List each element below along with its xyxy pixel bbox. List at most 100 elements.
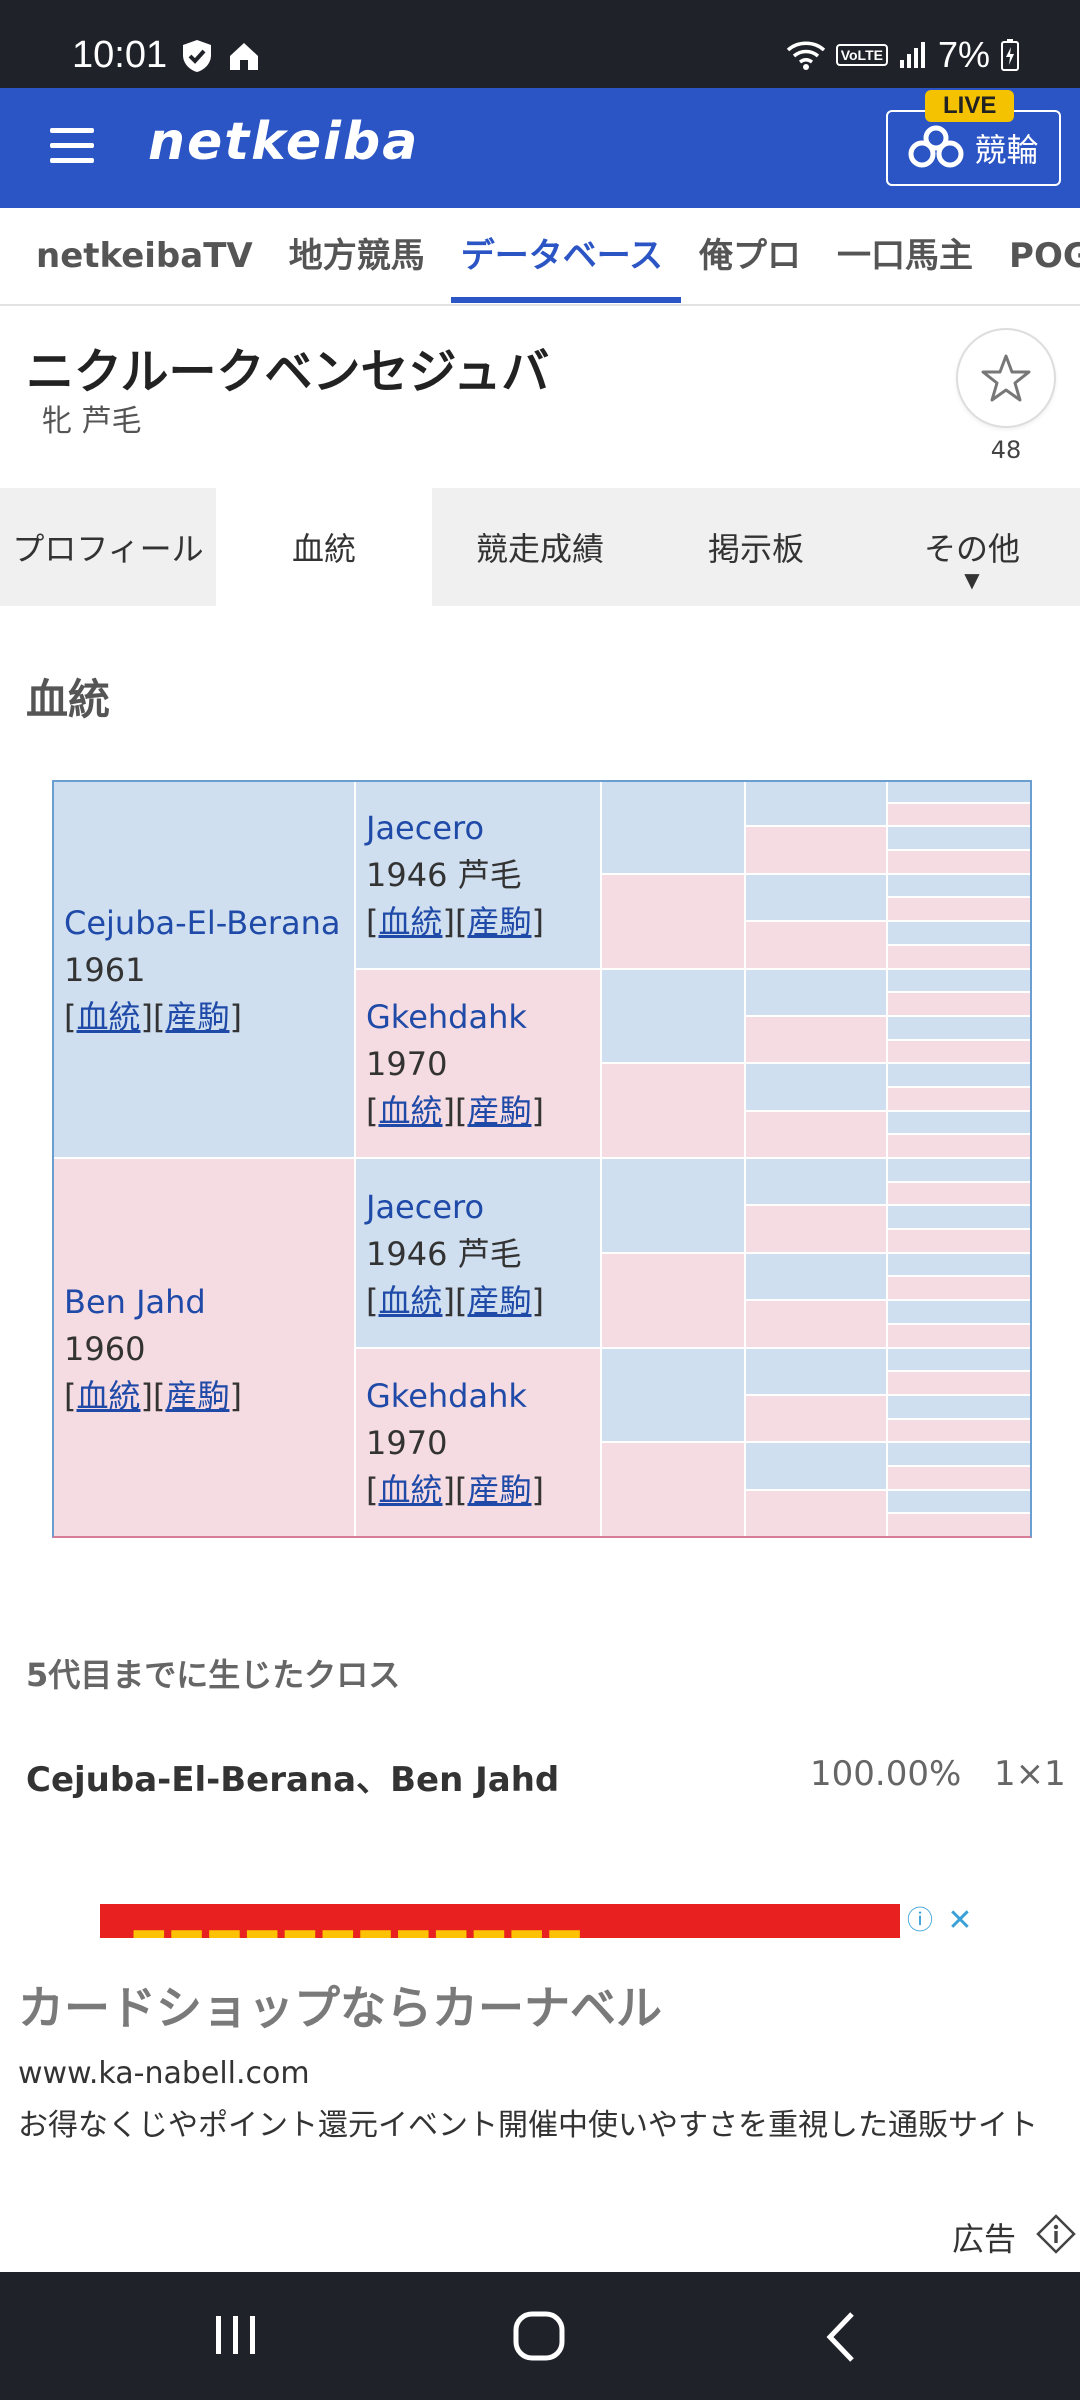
cross-percent: 100.00% [810,1754,962,1794]
horse-link[interactable]: Jaecero [366,805,544,852]
pedigree-cell-gen5 [888,1348,1032,1373]
pedigree-cell-gen4 [746,922,888,970]
pedigree-cell-gen5 [888,993,1032,1017]
offspring-link[interactable]: 産駒 [467,903,531,941]
cross-repeat: 1×1 [994,1754,1066,1794]
bicycle-logo-icon [908,125,964,168]
tab-other[interactable]: その他 ▼ [864,488,1080,606]
ad-banner-strip[interactable]: ▬▬▬▬▬▬▬▬▬▬▬▬ [100,1904,980,1938]
pedigree-cell-gen5 [888,874,1032,899]
pedigree-cell-gen5 [888,1135,1032,1159]
pedigree-cell-gen4 [746,1253,888,1302]
offspring-link[interactable]: 産駒 [467,1282,531,1320]
bloodline-link[interactable]: 血統 [76,1377,140,1415]
tab-results[interactable]: 競走成績 [432,488,648,606]
offspring-link[interactable]: 産駒 [467,1092,531,1130]
ad-box[interactable]: カードショップならカーナベル www.ka-nabell.com お得なくじやポ… [0,1938,1080,2272]
pedigree-cell-gen4 [746,1159,888,1207]
horse-link[interactable]: Gkehdahk [366,994,544,1041]
pedigree-gen1-entry: Ben Jahd 1960 [血統][産駒] [64,1279,242,1420]
bloodline-link[interactable]: 血統 [378,903,442,941]
pedigree-cell-gen5 [888,1016,1032,1041]
bloodline-link[interactable]: 血統 [378,1471,442,1509]
bloodline-link[interactable]: 血統 [378,1282,442,1320]
pedigree-cell-gen3 [602,1348,746,1444]
pedigree-cell-gen5 [888,827,1032,852]
site-nav-netkeibatv[interactable]: netkeibaTV [18,208,271,304]
pedigree-cell-gen4 [746,1111,888,1159]
hamburger-icon[interactable] [50,128,94,164]
star-icon [981,354,1031,402]
site-nav-database[interactable]: データベース [443,208,682,304]
offspring-link[interactable]: 産駒 [467,1471,531,1509]
pedigree-cell-gen5 [888,898,1032,923]
horse-links: [血統][産駒] [64,1376,242,1415]
ad-choices-icon[interactable] [1036,2214,1076,2254]
horse-year: 1961 [64,950,146,989]
horse-links: [血統][産駒] [366,1092,544,1131]
tab-profile[interactable]: プロフィール [0,488,216,606]
site-nav-orepro[interactable]: 俺プロ [681,208,819,304]
pedigree-gen2-entry: Gkehdahk 1970 [血統][産駒] [366,994,544,1135]
status-right: VoLTE 7% [786,34,1020,76]
favorite-button[interactable] [956,328,1056,428]
wifi-icon [786,41,825,70]
pedigree-gen2-entry: Gkehdahk 1970 [血統][産駒] [366,1373,544,1514]
ad-info-icon[interactable]: ⓘ [900,1904,940,1938]
battery-charging-icon [1001,39,1019,71]
pedigree-cell-gen5 [888,803,1032,828]
pedigree-gen2-entry: Jaecero 1946 芦毛 [血統][産駒] [366,805,544,946]
pedigree-gen2-entry: Jaecero 1946 芦毛 [血統][産駒] [366,1184,544,1325]
offspring-link[interactable]: 産駒 [165,1377,229,1415]
pedigree-table: Cejuba-El-Berana 1961 [血統][産駒] Ben Jahd 1960… [52,780,1032,1538]
bloodline-link[interactable]: 血統 [76,998,140,1036]
keirin-label: 競輪 [974,131,1039,169]
pedigree-cell-gen5 [888,1040,1032,1065]
netkeiba-logo[interactable]: netkeiba [148,112,419,172]
pedigree-cell-gen3 [602,874,746,970]
pedigree-cell-gen5 [888,1490,1032,1515]
horse-year: 1946 芦毛 [366,1234,522,1273]
horse-link[interactable]: Ben Jahd [64,1279,242,1326]
horse-tabs: プロフィール 血統 競走成績 掲示板 その他 ▼ [0,488,1080,606]
ad-close-icon[interactable]: ✕ [940,1904,980,1938]
tab-board[interactable]: 掲示板 [648,488,864,606]
ad-url[interactable]: www.ka-nabell.com [18,2056,310,2091]
horse-year: 1970 [366,1424,448,1463]
horse-link[interactable]: Gkehdahk [366,1373,544,1420]
ad-title[interactable]: カードショップならカーナベル [18,1972,662,2038]
bloodline-link[interactable]: 血統 [378,1092,442,1130]
pedigree-cell-gen5 [888,1253,1032,1278]
pedigree-cell-gen3 [602,1253,746,1349]
offspring-link[interactable]: 産駒 [165,998,229,1036]
home-button-icon[interactable] [512,2310,568,2364]
volte-icon: VoLTE [835,44,888,66]
pedigree-cell-gen5 [888,1395,1032,1420]
recents-icon[interactable] [212,2310,260,2360]
cross-name: Cejuba-El-Berana、Ben Jahd [26,1760,560,1800]
pedigree-cell-gen5 [888,1111,1032,1136]
horse-year: 1960 [64,1329,146,1368]
site-nav-pog[interactable]: POG [991,208,1080,304]
battery-percent: 7% [937,34,990,75]
tab-other-label: その他 [923,530,1020,568]
pedigree-cell-gen5 [888,1514,1032,1538]
pedigree-cell-gen3 [602,780,746,875]
site-nav-hitokuchi[interactable]: 一口馬主 [819,208,991,304]
site-nav: netkeibaTV 地方競馬 データベース 俺プロ 一口馬主 POG [0,208,1080,306]
site-nav-chiho[interactable]: 地方競馬 [271,208,443,304]
pedigree-cell-gen3 [602,1064,746,1159]
horse-links: [血統][産駒] [366,902,544,941]
pedigree-cell-gen4 [746,1064,888,1112]
status-bar: 10:01 VoLTE 7% [0,0,1080,88]
ad-label: 広告 [952,2220,1017,2258]
tab-pedigree[interactable]: 血統 [216,488,432,606]
pedigree-cell-gen4 [746,1206,888,1254]
horse-links: [血統][産駒] [366,1281,544,1320]
horse-link[interactable]: Jaecero [366,1184,544,1231]
back-icon[interactable] [822,2310,862,2364]
tab-pedigree-label: 血統 [291,530,356,568]
pedigree-cell-gen3 [602,969,746,1065]
horse-link[interactable]: Cejuba-El-Berana [64,900,340,947]
pedigree-cell-gen5 [888,1443,1032,1467]
